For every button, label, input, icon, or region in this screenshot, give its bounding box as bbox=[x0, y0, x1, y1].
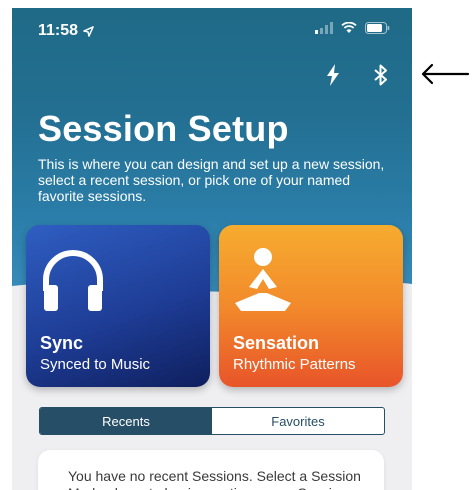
sync-card-title: Sync bbox=[40, 333, 84, 353]
session-segmented-control: Recents Favorites bbox=[39, 407, 385, 435]
location-arrow-icon bbox=[83, 25, 94, 37]
meditation-icon bbox=[235, 248, 291, 311]
lightning-icon bbox=[327, 64, 339, 86]
sensation-card-title: Sensation bbox=[233, 333, 320, 353]
sync-mode-card[interactable]: Sync Synced to Music bbox=[26, 225, 210, 387]
status-indicators bbox=[315, 22, 390, 34]
wifi-icon bbox=[341, 22, 357, 33]
sync-card-subtitle: Synced to Music bbox=[40, 356, 151, 373]
sensation-mode-card[interactable]: Sensation Rhythmic Patterns bbox=[219, 225, 403, 387]
header-actions bbox=[322, 62, 392, 88]
sensation-card-subtitle: Rhythmic Patterns bbox=[233, 356, 356, 373]
signal-icon bbox=[315, 22, 333, 34]
tab-recents[interactable]: Recents bbox=[40, 408, 212, 434]
headphones-icon bbox=[43, 250, 103, 311]
page-title: Session Setup bbox=[38, 108, 289, 149]
status-time: 11:58 bbox=[38, 22, 94, 40]
battery-icon bbox=[365, 22, 390, 34]
bluetooth-icon bbox=[374, 64, 387, 86]
app-screen: 11:58 Session Setup This is where you ca… bbox=[12, 8, 412, 490]
page-subtitle: This is where you can design and set up … bbox=[38, 156, 385, 204]
power-button[interactable] bbox=[322, 62, 344, 88]
empty-state-card: You have no recent Sessions. Select a Se… bbox=[38, 450, 384, 490]
bluetooth-button[interactable] bbox=[370, 62, 392, 88]
empty-state-text: You have no recent Sessions. Select a Se… bbox=[68, 468, 361, 490]
tab-favorites[interactable]: Favorites bbox=[212, 408, 384, 434]
annotation-arrow-icon bbox=[421, 63, 470, 85]
